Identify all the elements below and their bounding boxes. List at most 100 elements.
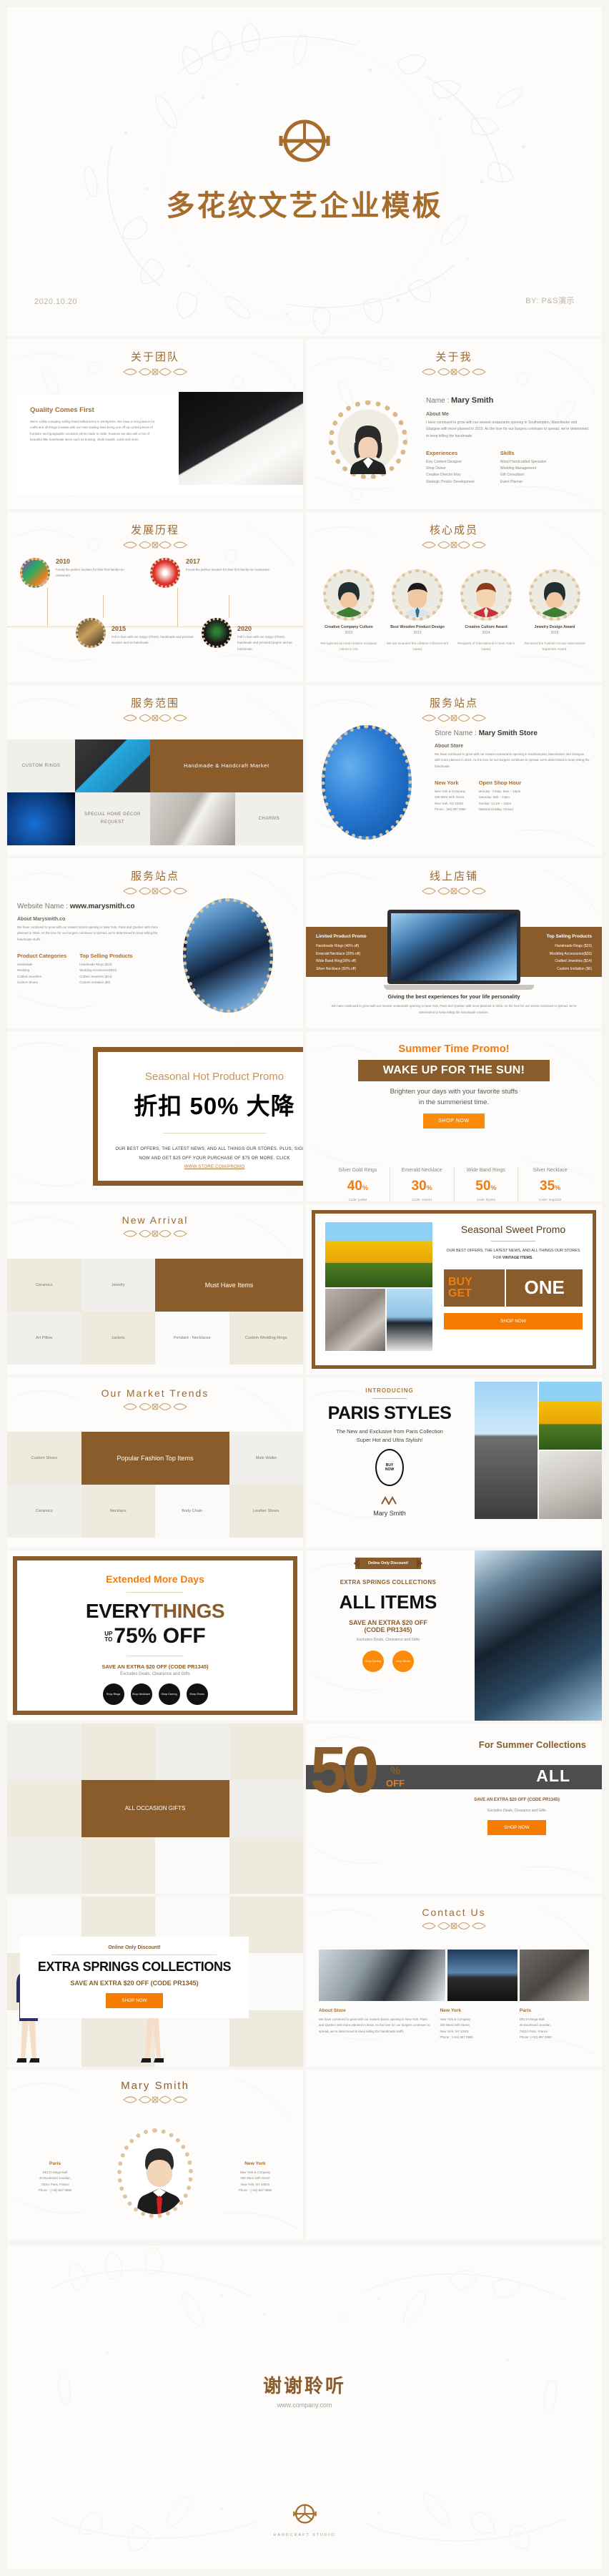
tile[interactable] [155,1724,229,1781]
slide-title: 服务站点 [130,870,179,883]
offer-item[interactable]: Silver Necklace 35% Code: rings202 [518,1167,582,1202]
slide-service-site-web[interactable]: 服务站点 Website Name : www.marysmith.co Abo… [7,858,303,1028]
member-card: Creative Company Culture 2012 Recognized… [317,569,380,653]
handcraft-logo-icon [292,2504,317,2524]
list-item: Phone : (54) 887 0980 [435,807,466,812]
buy-now-button[interactable]: BUY NOW [375,1449,404,1486]
tile[interactable]: CHARMS [234,792,303,845]
shop-pill[interactable]: Shop Shoes [186,1683,208,1705]
tile[interactable]: ALL OCCASION GIFTS [81,1780,229,1837]
ornament-divider [123,1402,187,1411]
slide-title: 关于团队 [130,351,179,363]
ornament-divider [123,887,187,895]
list-item: Wedding Accessories($33) [79,968,117,973]
tile[interactable]: Leather Shoes [229,1485,303,1538]
signature-ornament-icon [381,1495,397,1506]
tile[interactable]: Jackets [81,1312,155,1365]
shop-now-button[interactable]: SHOP NOW [423,1114,485,1129]
tile[interactable]: SPECIAL HOME DÉCOR REQUEST [75,792,150,845]
tile[interactable]: Male Wallet [229,1432,303,1485]
tile[interactable] [155,1837,229,1894]
slide-title: 关于我 [435,351,472,363]
slide-new-arrival[interactable]: New Arrival Ceramics Jewelry Must Have I… [7,1204,303,1375]
tile[interactable] [7,1724,81,1781]
list-item: New York & Company [440,2017,471,2021]
ornament-divider [422,541,486,549]
slide-fifty-off[interactable]: For Summer Collections 50 % OFF ALL SAVE… [306,1724,602,1894]
tile[interactable]: Ceramics [7,1259,81,1312]
slide-online-shop[interactable]: 线上店铺 Limited Product Promo Handmade Ring… [306,858,602,1028]
tile[interactable] [229,1724,303,1781]
offer-item[interactable]: Wide Band Rings 50% Code: lily051 [455,1166,519,1201]
new-york-block: New York New York & Company 330 West 34t… [223,2161,287,2193]
slide-service-site[interactable]: 服务站点 Store Name : Mary Smith Store About… [306,685,602,855]
slide-about-me[interactable]: 关于我 Name : Mary Smith About Me I have co… [306,339,602,509]
slide-about-team[interactable]: 关于团队 Quality Comes First We're a little … [7,339,303,509]
promo-link[interactable]: WWW.STORE.COM/PROMO [184,1165,245,1169]
tile[interactable]: Ceramics [7,1485,81,1538]
slide-summer-promo[interactable]: Summer Time Promo! WAKE UP FOR THE SUN! … [306,1031,602,1201]
all-items-kicker: EXTRA SPRINGS COLLECTIONS [340,1579,437,1586]
tile[interactable]: CUSTOM RINOS [7,739,76,792]
slide-contact-us[interactable]: Contact Us About Store We have continued… [306,1897,602,2067]
tile[interactable] [229,1780,303,1837]
tile[interactable] [7,1780,81,1837]
shop-pill[interactable]: Shop Earring [362,1651,384,1672]
tile-image-keyboard[interactable] [75,739,150,792]
springs-kicker: Online Only Discount! [108,1945,161,1950]
slide-sweet-promo[interactable]: Seasonal Sweet Promo OUR BEST OFFERS, TH… [306,1204,602,1375]
slide-occasion-gifts[interactable]: ALL OCCASION GIFTS [7,1724,303,1894]
timeline-year: 2010 [56,558,71,565]
about-store-column: About Store We have continued to grow wi… [319,2008,430,2040]
list-item: Custom Invitation ($0) [79,980,111,985]
tile[interactable]: Pendant - Necklaces [155,1312,229,1365]
offer-code: Code: lily051 [476,1198,496,1201]
summer-body: Brighten your days with your favorite st… [390,1088,518,1106]
tile[interactable]: Popular Fashion Top Items [81,1432,229,1485]
shop-pill[interactable]: Shop Rings [102,1683,124,1705]
shop-now-button[interactable]: SHOP NOW [106,1993,163,2008]
slide-springs-collections[interactable]: Online Only Discount! EXTRA SPRINGS COLL… [7,1897,303,2067]
avatar-male-icon [137,2148,182,2214]
shop-now-button[interactable]: SHOP NOW [487,1819,546,1835]
tile[interactable] [81,1837,155,1894]
tile[interactable]: Handmade & Handcraft Market [149,739,303,792]
shop-pill[interactable]: Shop Shoes [392,1651,414,1672]
slide-profile-card[interactable]: Mary Smith Paris DELTA Mega Mall 40 Boul… [7,2070,303,2240]
tile[interactable]: Art Pillow [7,1312,81,1365]
tile[interactable] [7,1837,81,1894]
timeline-year: 2020 [237,625,252,632]
tile[interactable]: Jewelry [81,1259,155,1312]
tile[interactable] [81,1724,155,1781]
shop-pill[interactable]: Shop Earring [158,1683,180,1705]
hot-promo-box: Seasonal Hot Product Promo 折扣 50% 大降 OUR… [93,1047,303,1186]
tile[interactable]: Body Chain [155,1485,229,1538]
slide-extended-days[interactable]: Extended More Days EVERYTHINGS UP TO75% O… [7,1550,303,1721]
ornament-divider [123,368,187,376]
tile[interactable]: Necklace [81,1485,155,1538]
offer-name: Wide Band Rings [466,1167,505,1173]
tile-image-city[interactable] [7,792,76,845]
slide-hot-promo[interactable]: Seasonal Hot Product Promo 折扣 50% 大降 OUR… [7,1031,303,1201]
tile[interactable] [229,1837,303,1894]
shop-pill[interactable]: Shop Necklace [130,1683,152,1705]
all-items-excludes: Excludes Deals, Clearance and Gifts [357,1638,420,1642]
slide-core-members[interactable]: 核心成员 Creative Company Culture 2012 Recog… [306,512,602,682]
experiences-heading: Experiences [426,449,458,456]
slide-paris-styles[interactable]: INTRODUCING PARIS STYLES The New and Exc… [306,1377,602,1548]
shop-now-button[interactable]: SHOP NOW [444,1312,583,1329]
offer-value: 50% [475,1179,497,1194]
tile[interactable]: Custom Wedding Rings [229,1312,303,1365]
slide-history[interactable]: 发展历程 2010 Found the perfect location for… [7,512,303,682]
tile[interactable]: Custom Shoes [7,1432,81,1485]
tile[interactable]: Must Have Items [155,1259,303,1312]
plane-road-image [447,1950,518,2001]
offer-item[interactable]: Silver Gold Rings 40% Code: just92 [326,1166,390,1201]
poster-page: 多花纹文艺企业模板 2020.10.20 BY: P&S演示 关于团队 Qual… [0,0,609,2569]
slide-market-trends[interactable]: Our Market Trends Custom Shoes Popular F… [7,1377,303,1548]
tile-image-bulb[interactable] [149,792,235,845]
offer-item[interactable]: Emerald Necklace 30% Code: rose43 [390,1166,455,1201]
slide-service-scope[interactable]: 服务范围 CUSTOM RINOS Handmade & Handcraft M… [7,685,303,855]
slide-all-items[interactable]: Online Only Discount! EXTRA SPRINGS COLL… [306,1550,602,1721]
timeline-text: Fall in love with our range of fresh, ha… [237,635,292,651]
